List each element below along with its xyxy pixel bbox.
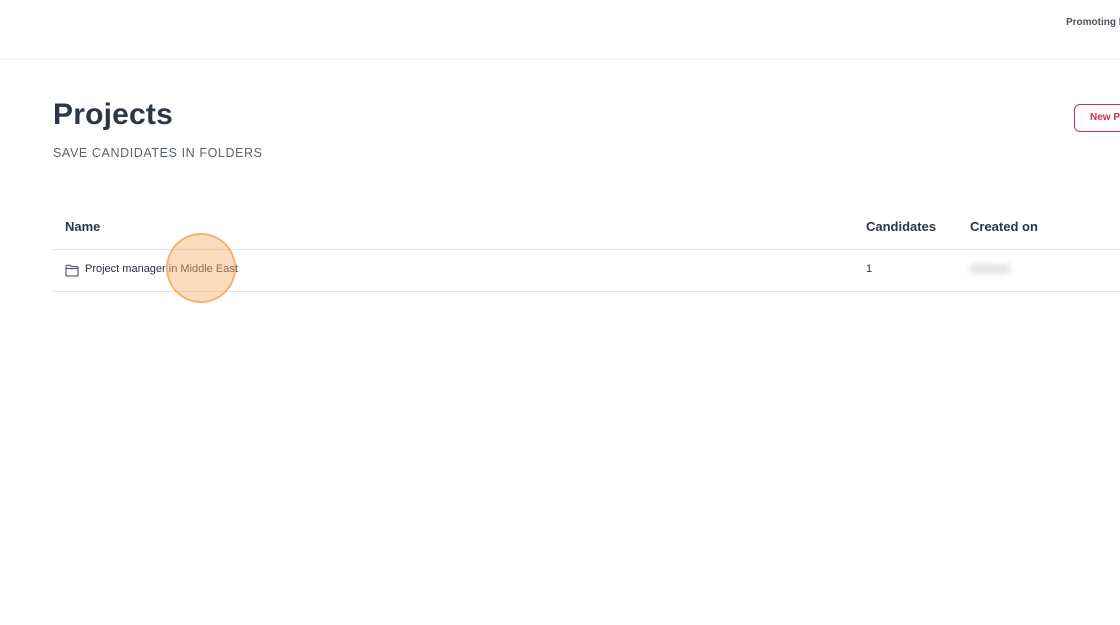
- column-header-name[interactable]: Name: [65, 219, 100, 234]
- column-header-created-on[interactable]: Created on: [970, 219, 1038, 234]
- page-subtitle: SAVE CANDIDATES IN FOLDERS: [53, 146, 263, 160]
- folder-icon: [65, 264, 79, 277]
- created-on-date: ●●●●●●: [970, 263, 1010, 275]
- new-project-button[interactable]: New P: [1074, 104, 1120, 132]
- column-header-candidates[interactable]: Candidates: [866, 219, 936, 234]
- organization-name[interactable]: Promoting b: [1066, 17, 1120, 28]
- table-row[interactable]: Project manager in Middle East 1 ●●●●●●: [53, 250, 1120, 292]
- page-title: Projects: [53, 98, 173, 131]
- table-header: Name Candidates Created on: [53, 208, 1120, 250]
- projects-table: Name Candidates Created on Project manag…: [53, 208, 1120, 292]
- top-bar: Promoting b: [0, 0, 1120, 60]
- project-name-link[interactable]: Project manager in Middle East: [85, 263, 238, 275]
- candidates-count: 1: [866, 263, 873, 275]
